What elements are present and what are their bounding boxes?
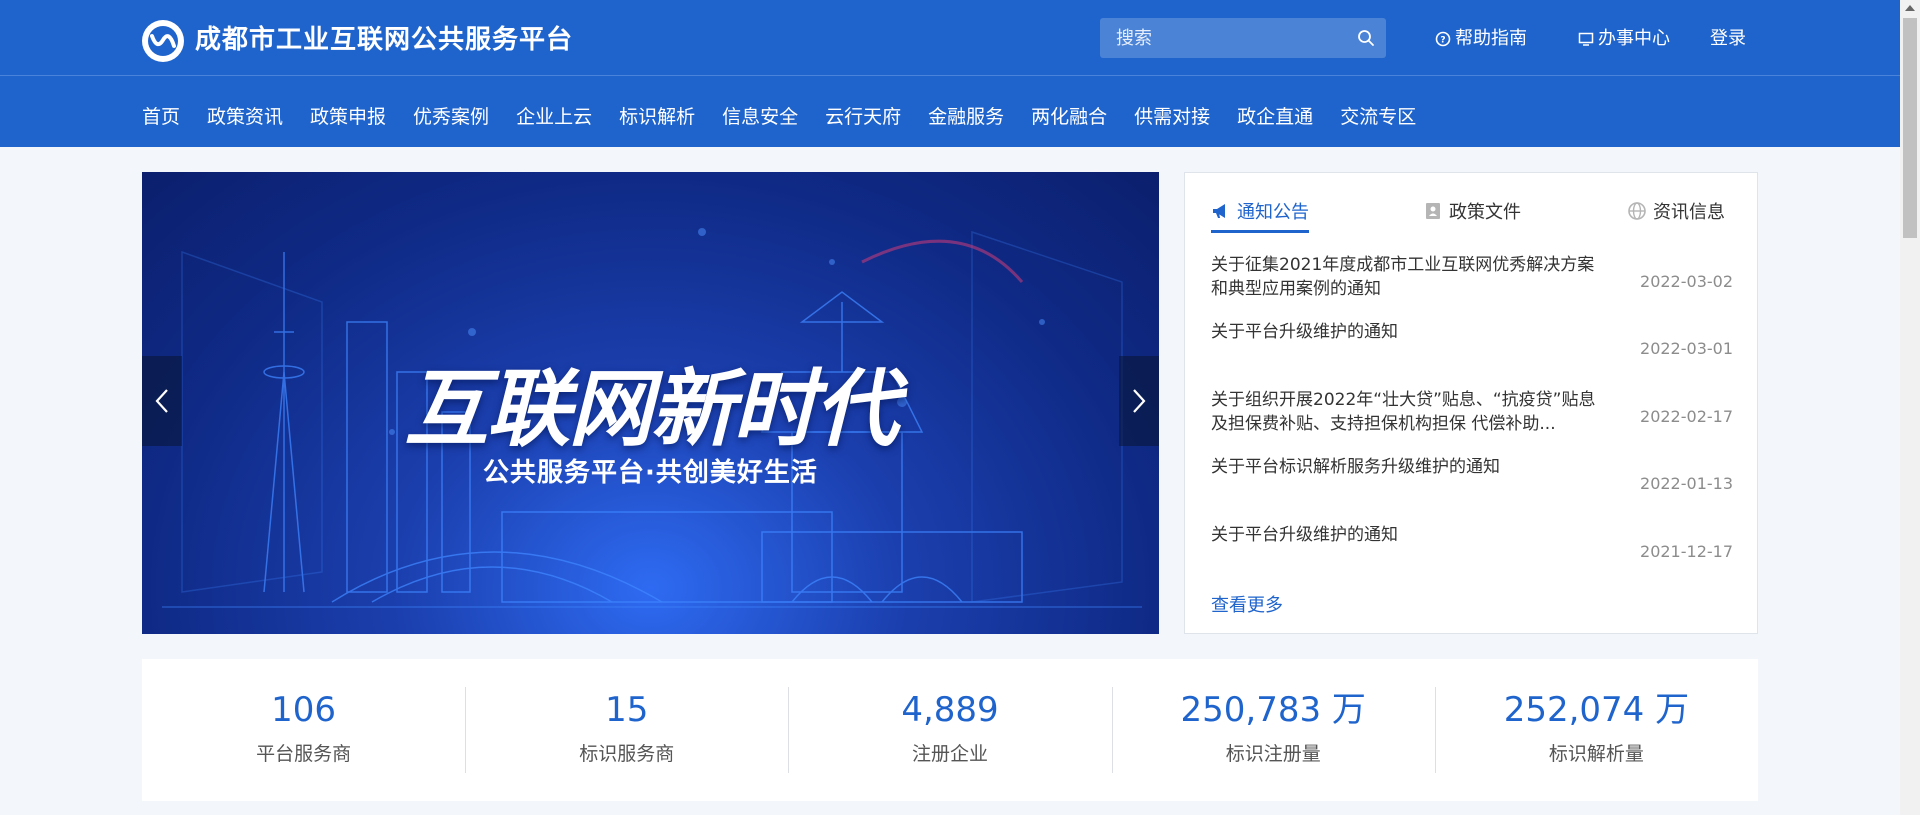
document-icon (1426, 203, 1440, 219)
notice-panel: 通知公告 政策文件 资讯信息 关于征集2021年度成都市工业互联网优秀解决方案和… (1184, 172, 1758, 634)
hero-banner[interactable]: 互联网新时代 公共服务平台·共创美好生活 (142, 172, 1159, 634)
notice-date: 2022-02-17 (1640, 406, 1733, 426)
banner-title: 互联网新时代 (404, 360, 898, 458)
login-link[interactable]: 登录 (1710, 26, 1746, 52)
search-input[interactable] (1100, 27, 1346, 49)
stat-value: 106 (271, 690, 337, 730)
chevron-right-icon (1133, 389, 1146, 413)
help-icon: ? (1435, 31, 1451, 47)
view-more-link[interactable]: 查看更多 (1211, 591, 1283, 617)
notice-title: 关于组织开展2022年“壮大贷”贴息、“抗疫贷”贴息及担保费补贴、支持担保机构担… (1211, 390, 1596, 434)
megaphone-icon (1213, 204, 1225, 218)
search-box (1100, 18, 1386, 58)
chevron-left-icon (155, 389, 168, 413)
office-center-link[interactable]: 办事中心 (1578, 26, 1670, 52)
office-center-label: 办事中心 (1598, 28, 1670, 49)
notice-title: 关于平台升级维护的通知 (1211, 525, 1398, 545)
nav-item-cloud[interactable]: 企业上云 (516, 102, 592, 132)
carousel-next-button[interactable] (1119, 356, 1159, 446)
nav-item-policy-news[interactable]: 政策资讯 (207, 102, 283, 132)
stat-registered-companies: 4,889 注册企业 (788, 687, 1111, 773)
scroll-up-arrow-icon[interactable] (1905, 5, 1915, 11)
nav-item-security[interactable]: 信息安全 (722, 102, 798, 132)
svg-text:?: ? (1440, 36, 1445, 46)
stat-identifier-providers: 15 标识服务商 (465, 687, 788, 773)
notice-item[interactable]: 关于平台升级维护的通知 2022-03-01 (1211, 320, 1733, 376)
logo-icon (148, 26, 178, 56)
stat-label: 标识注册量 (1225, 743, 1321, 765)
stat-label: 平台服务商 (256, 743, 352, 765)
page-scrollbar[interactable] (1900, 0, 1920, 815)
nav-item-forum[interactable]: 交流专区 (1340, 102, 1416, 132)
tab-news-label: 资讯信息 (1653, 202, 1725, 223)
stat-value: 15 (605, 690, 649, 730)
tab-notices-label: 通知公告 (1237, 202, 1309, 223)
scroll-thumb[interactable] (1903, 18, 1917, 238)
stat-value: 250,783 万 (1180, 690, 1366, 730)
tab-policy-docs-label: 政策文件 (1449, 202, 1521, 223)
stats-bar: 106 平台服务商 15 标识服务商 4,889 注册企业 250,783 万 … (142, 659, 1758, 801)
notice-date: 2021-12-17 (1640, 541, 1733, 561)
stat-platform-providers: 106 平台服务商 (142, 687, 465, 773)
tab-policy-docs[interactable]: 政策文件 (1423, 193, 1521, 229)
nav-item-gov[interactable]: 政企直通 (1237, 102, 1313, 132)
top-bar: 成都市工业互联网公共服务平台 ? 帮助指南 办事中心 登录 (0, 0, 1900, 76)
notice-item[interactable]: 关于平台升级维护的通知 2021-12-17 (1211, 523, 1733, 579)
monitor-icon (1578, 32, 1594, 46)
notice-item[interactable]: 关于征集2021年度成都市工业互联网优秀解决方案和典型应用案例的通知 2022-… (1211, 253, 1733, 309)
notice-title: 关于平台升级维护的通知 (1211, 322, 1398, 342)
help-guide-label: 帮助指南 (1455, 28, 1527, 49)
notice-tabs: 通知公告 政策文件 资讯信息 (1211, 193, 1731, 233)
nav-item-yunxing[interactable]: 云行天府 (825, 102, 901, 132)
stat-value: 252,074 万 (1503, 690, 1690, 730)
carousel-prev-button[interactable] (142, 356, 182, 446)
stat-value: 4,889 (901, 690, 999, 730)
globe-icon (1628, 202, 1646, 220)
notice-item[interactable]: 关于平台标识解析服务升级维护的通知 2022-01-13 (1211, 455, 1733, 511)
login-label: 登录 (1710, 28, 1746, 49)
nav-item-supply[interactable]: 供需对接 (1134, 102, 1210, 132)
nav-item-finance[interactable]: 金融服务 (928, 102, 1004, 132)
tab-news[interactable]: 资讯信息 (1627, 193, 1725, 229)
nav-item-cases[interactable]: 优秀案例 (413, 102, 489, 132)
stat-label: 注册企业 (912, 743, 989, 765)
stat-identifier-registrations: 250,783 万 标识注册量 (1111, 687, 1435, 773)
notice-date: 2022-03-01 (1640, 338, 1733, 358)
site-logo[interactable] (142, 20, 184, 62)
header: 成都市工业互联网公共服务平台 ? 帮助指南 办事中心 登录 首页 政策资讯 政策… (0, 0, 1900, 147)
nav-item-home[interactable]: 首页 (142, 102, 180, 132)
notice-item[interactable]: 关于组织开展2022年“壮大贷”贴息、“抗疫贷”贴息及担保费补贴、支持担保机构担… (1211, 388, 1733, 444)
site-title[interactable]: 成都市工业互联网公共服务平台 (195, 22, 573, 58)
stat-label: 标识解析量 (1548, 743, 1644, 765)
stat-label: 标识服务商 (579, 743, 675, 765)
help-guide-link[interactable]: ? 帮助指南 (1435, 26, 1527, 52)
banner-subtitle: 公共服务平台·共创美好生活 (483, 458, 818, 488)
search-icon[interactable] (1346, 18, 1386, 58)
notice-title: 关于征集2021年度成都市工业互联网优秀解决方案和典型应用案例的通知 (1211, 255, 1595, 299)
notice-date: 2022-01-13 (1640, 473, 1733, 493)
nav-item-identifier[interactable]: 标识解析 (619, 102, 695, 132)
notice-title: 关于平台标识解析服务升级维护的通知 (1211, 457, 1500, 477)
nav-item-policy-apply[interactable]: 政策申报 (310, 102, 386, 132)
tab-notices[interactable]: 通知公告 (1211, 193, 1309, 233)
stat-identifier-resolutions: 252,074 万 标识解析量 (1434, 687, 1758, 773)
notice-date: 2022-03-02 (1640, 271, 1733, 291)
nav-item-integration[interactable]: 两化融合 (1031, 102, 1107, 132)
main-nav: 首页 政策资讯 政策申报 优秀案例 企业上云 标识解析 信息安全 云行天府 金融… (142, 102, 1443, 132)
